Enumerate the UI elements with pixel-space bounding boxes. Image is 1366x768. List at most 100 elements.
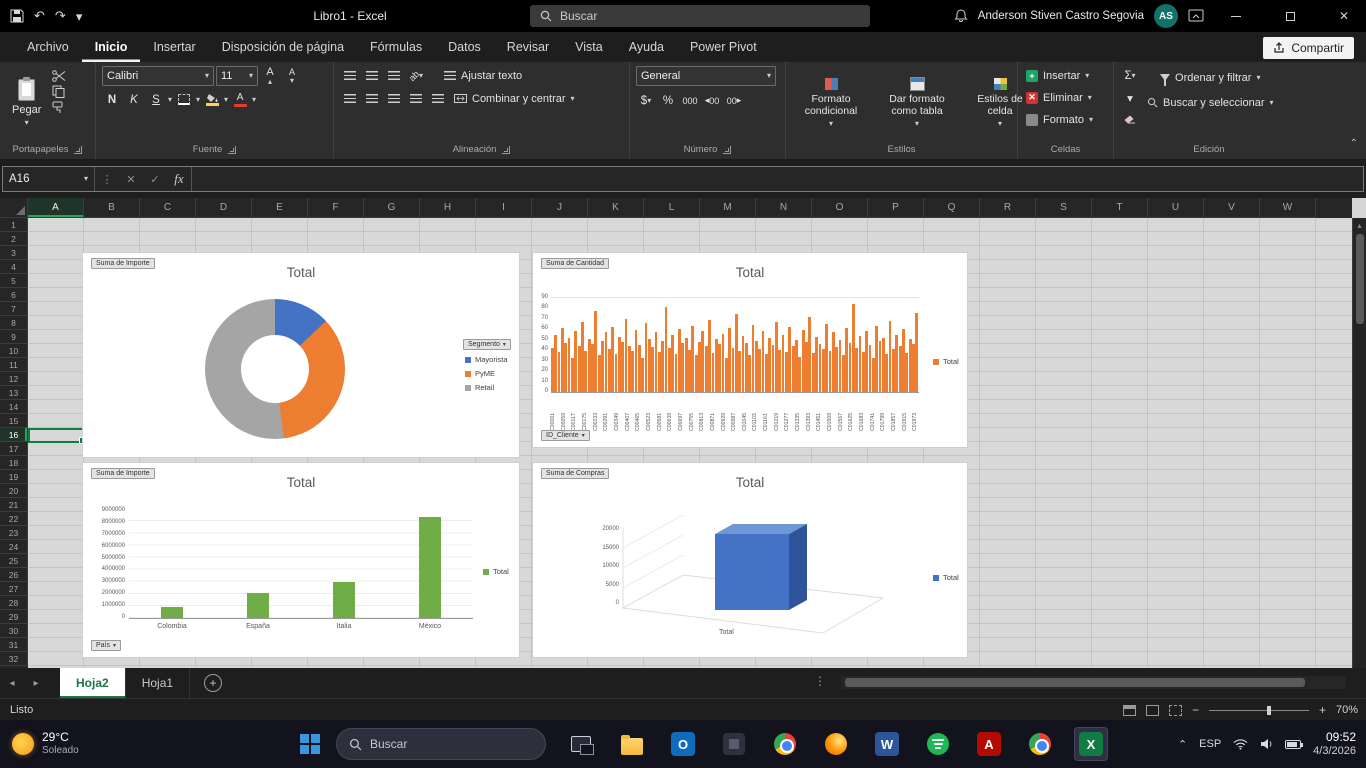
align-center-icon[interactable] [362, 89, 382, 108]
increase-decimal-button[interactable]: ◂ 00 [702, 91, 722, 110]
horizontal-scroll-thumb[interactable] [845, 678, 1305, 687]
title-search-box[interactable]: Buscar [530, 5, 870, 27]
wifi-icon[interactable] [1233, 738, 1248, 750]
save-icon[interactable] [10, 9, 24, 23]
minimize-button[interactable] [1214, 0, 1258, 32]
align-bottom-icon[interactable] [384, 66, 404, 85]
normal-view-icon[interactable] [1122, 704, 1136, 716]
align-top-icon[interactable] [340, 66, 360, 85]
tab-disposición-de-página[interactable]: Disposición de página [209, 34, 357, 62]
format-cells-button[interactable]: Formato ▾ [1024, 110, 1095, 129]
column-header-G[interactable]: G [364, 198, 420, 218]
paste-button[interactable]: Pegar ▾ [6, 66, 47, 140]
pivotchart-cantidad-columns[interactable]: Suma de Cantidad Total 90 80 70 60 50 40 30 20 1… [532, 252, 968, 448]
qat-customize-icon[interactable]: ▾ [76, 10, 83, 23]
column-header-S[interactable]: S [1036, 198, 1092, 218]
zoom-in-icon[interactable]: + [1319, 703, 1326, 717]
confirm-entry-icon[interactable]: ✓ [143, 173, 167, 186]
clear-button[interactable] [1120, 110, 1140, 129]
row-header-28[interactable]: 28 [0, 596, 28, 610]
select-all-corner[interactable] [0, 198, 28, 218]
sheet-tab-hoja1[interactable]: Hoja1 [126, 668, 191, 698]
insert-function-icon[interactable]: fx [167, 171, 191, 187]
tab-datos[interactable]: Datos [435, 34, 494, 62]
borders-button[interactable] [174, 90, 194, 109]
row-header-30[interactable]: 30 [0, 624, 28, 638]
taskbar-search-box[interactable]: Buscar [336, 728, 546, 760]
column-header-B[interactable]: B [84, 198, 140, 218]
find-select-button[interactable]: Buscar y seleccionar ▾ [1145, 93, 1276, 112]
row-header-4[interactable]: 4 [0, 260, 28, 274]
column-header-D[interactable]: D [196, 198, 252, 218]
chevron-down-icon[interactable]: ▾ [252, 95, 256, 104]
tab-scroll-left-icon[interactable]: ◂ [0, 678, 24, 689]
weather-widget[interactable]: 29°C Soleado [0, 731, 150, 756]
row-header-2[interactable]: 2 [0, 232, 28, 246]
row-header-14[interactable]: 14 [0, 400, 28, 414]
cancel-entry-icon[interactable]: ✕ [119, 173, 143, 186]
ribbon-display-options-icon[interactable] [1188, 9, 1204, 23]
column-header-V[interactable]: V [1204, 198, 1260, 218]
tab-inicio[interactable]: Inicio [82, 34, 141, 62]
column-header-N[interactable]: N [756, 198, 812, 218]
maximize-button[interactable] [1268, 0, 1312, 32]
shrink-font-button[interactable]: A ▾ [282, 67, 302, 86]
tab-ayuda[interactable]: Ayuda [616, 34, 677, 62]
pivotchart-compras-3d[interactable]: Suma de Compras Total 20000 15000 10000 500… [532, 462, 968, 658]
name-box[interactable]: A16 ▾ [3, 167, 95, 191]
row-header-11[interactable]: 11 [0, 358, 28, 372]
cut-icon[interactable] [52, 70, 66, 82]
font-name-select[interactable]: Calibri ▾ [102, 66, 214, 86]
autosum-button[interactable]: Σ ▾ [1120, 66, 1140, 85]
tab-revisar[interactable]: Revisar [494, 34, 562, 62]
sort-filter-button[interactable]: Ordenar y filtrar ▾ [1145, 68, 1276, 87]
percent-style-button[interactable]: % [658, 91, 678, 110]
dialog-launcher-icon[interactable] [723, 145, 732, 154]
tab-archivo[interactable]: Archivo [14, 34, 82, 62]
column-header-P[interactable]: P [868, 198, 924, 218]
system-app-icon[interactable] [717, 727, 751, 761]
pivotchart-importe-donut[interactable]: Suma de Importe Total Segmento ▾ Mayorist… [82, 252, 520, 458]
column-header-F[interactable]: F [308, 198, 364, 218]
notifications-icon[interactable] [954, 9, 968, 23]
italic-button[interactable]: K [124, 90, 144, 109]
row-header-21[interactable]: 21 [0, 498, 28, 512]
row-header-9[interactable]: 9 [0, 330, 28, 344]
decrease-indent-icon[interactable] [406, 89, 426, 108]
format-as-table-button[interactable]: Dar formato como tabla ▾ [875, 66, 959, 140]
start-button[interactable] [290, 724, 330, 764]
tab-vista[interactable]: Vista [562, 34, 616, 62]
row-header-31[interactable]: 31 [0, 638, 28, 652]
tab-scroll-right-icon[interactable]: ▸ [24, 678, 48, 689]
column-header-I[interactable]: I [476, 198, 532, 218]
fill-button[interactable]: ▾ [1120, 88, 1140, 107]
orientation-button[interactable]: ab ▾ [406, 66, 426, 85]
row-header-26[interactable]: 26 [0, 568, 28, 582]
align-left-icon[interactable] [340, 89, 360, 108]
column-header-J[interactable]: J [532, 198, 588, 218]
task-view-icon[interactable] [564, 727, 598, 761]
row-header-5[interactable]: 5 [0, 274, 28, 288]
row-header-24[interactable]: 24 [0, 540, 28, 554]
align-right-icon[interactable] [384, 89, 404, 108]
row-header-7[interactable]: 7 [0, 302, 28, 316]
chevron-down-icon[interactable]: ▾ [196, 95, 200, 104]
row-header-23[interactable]: 23 [0, 526, 28, 540]
column-header-U[interactable]: U [1148, 198, 1204, 218]
tab-insertar[interactable]: Insertar [140, 34, 208, 62]
tab-fórmulas[interactable]: Fórmulas [357, 34, 435, 62]
bold-button[interactable]: N [102, 90, 122, 109]
zoom-slider[interactable] [1208, 705, 1309, 715]
column-header-O[interactable]: O [812, 198, 868, 218]
column-header-H[interactable]: H [420, 198, 476, 218]
increase-indent-icon[interactable] [428, 89, 448, 108]
zoom-out-icon[interactable]: − [1192, 703, 1199, 717]
user-avatar[interactable]: AS [1154, 4, 1178, 28]
tab-options-icon[interactable]: ⋮ [814, 674, 826, 688]
dialog-launcher-icon[interactable] [74, 145, 83, 154]
row-header-6[interactable]: 6 [0, 288, 28, 302]
row-header-15[interactable]: 15 [0, 414, 28, 428]
underline-button[interactable]: S [146, 90, 166, 109]
redo-icon[interactable]: ↷ [55, 8, 66, 24]
page-layout-view-icon[interactable] [1145, 704, 1159, 716]
